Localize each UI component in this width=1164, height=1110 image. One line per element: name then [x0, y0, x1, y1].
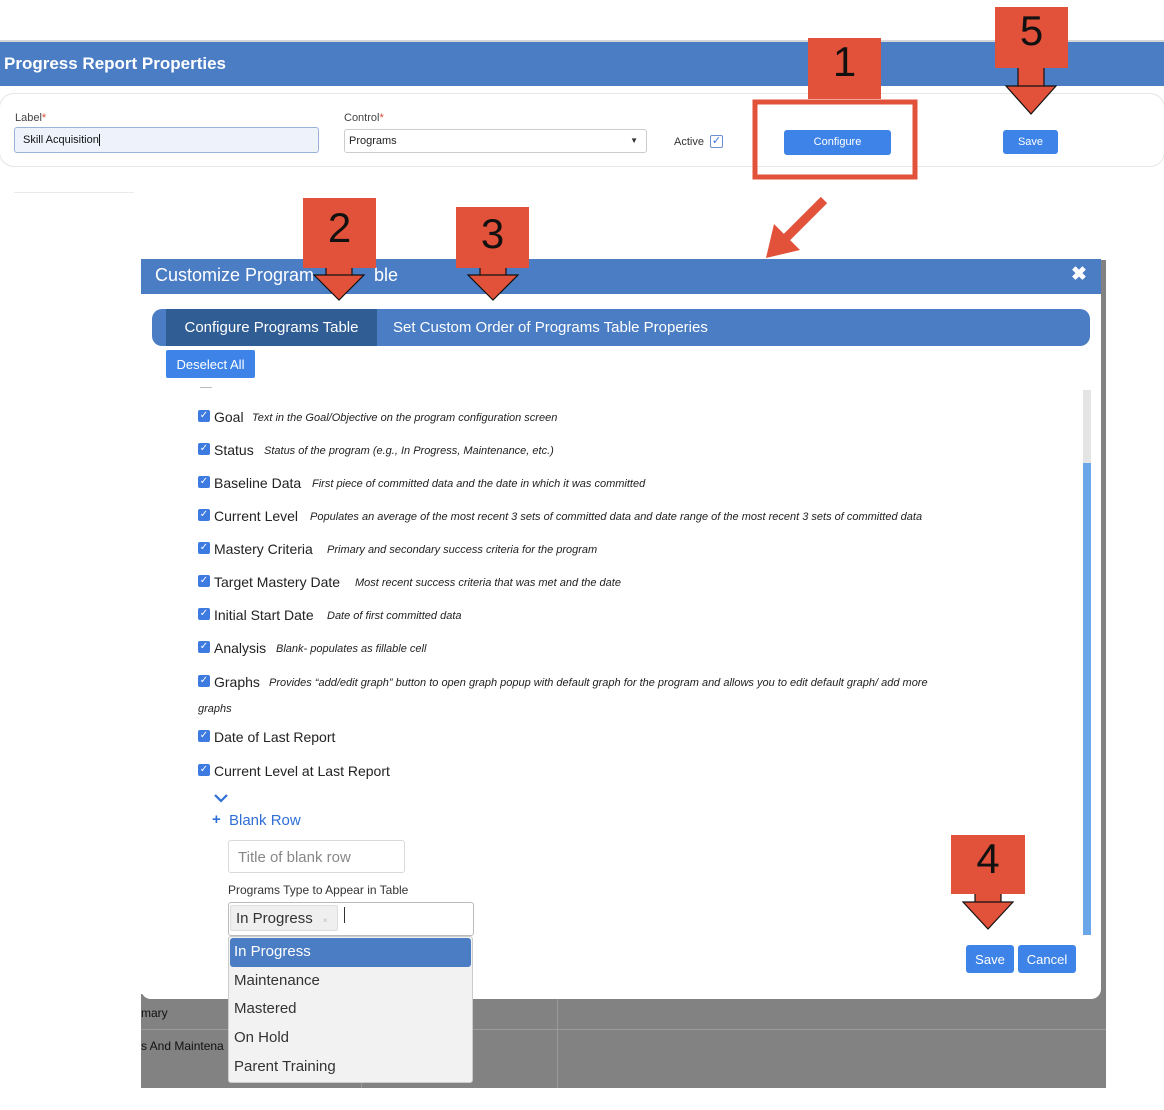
diagonal-arrow-icon	[766, 196, 828, 258]
arrow-down-icon	[1004, 65, 1058, 115]
configure-highlight-box	[752, 99, 918, 180]
arrow-down-icon	[961, 891, 1015, 930]
annotation-number: 2	[303, 198, 376, 268]
annotation-number: 4	[951, 835, 1025, 894]
annotation-number: 1	[808, 38, 881, 99]
annotation-layer	[312, 65, 1058, 930]
arrow-down-icon	[466, 265, 520, 301]
annotation-number: 5	[995, 7, 1068, 68]
arrow-down-icon	[312, 265, 366, 301]
annotation-number: 3	[456, 207, 529, 268]
